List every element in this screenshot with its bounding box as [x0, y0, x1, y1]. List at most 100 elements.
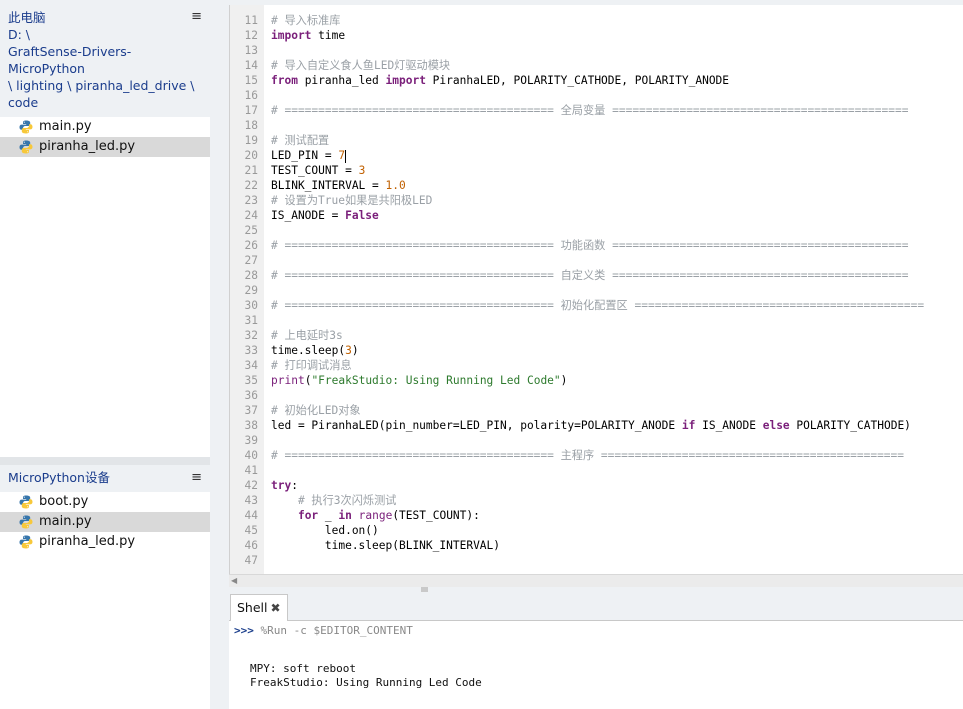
code-line[interactable]: 22 BLINK_INTERVAL = 1.0 — [230, 178, 963, 193]
code-line[interactable]: 25 — [230, 223, 963, 238]
panel-heading: MicroPython设备 — [8, 470, 110, 485]
hamburger-icon[interactable]: ≡ — [191, 8, 202, 25]
code-text: # 初始化LED对象 — [271, 404, 361, 417]
line-number: 47 — [244, 554, 258, 567]
python-file-icon — [19, 535, 33, 549]
shell-tabbar: Shell ✖ — [229, 592, 963, 621]
shell-console[interactable]: >>> %Run -c $EDITOR_CONTENT MPY: soft re… — [229, 621, 963, 709]
code-line[interactable]: 41 — [230, 463, 963, 478]
code-text: # 设置为True如果是共阳极LED — [271, 194, 433, 207]
line-number: 38 — [244, 419, 258, 432]
code-text: # ======================================… — [271, 269, 909, 282]
line-number: 22 — [244, 179, 258, 192]
code-text: led = PiranhaLED(pin_number=LED_PIN, pol… — [271, 419, 911, 432]
code-line[interactable]: 40 # ====================================… — [230, 448, 963, 463]
scroll-left-icon[interactable]: ◀ — [231, 575, 237, 587]
path-segment[interactable]: D: \ — [8, 26, 202, 43]
path-segment[interactable]: code — [8, 94, 202, 111]
local-files-panel: 此电脑 D: \ GraftSense-Drivers-MicroPython … — [0, 0, 210, 157]
code-line[interactable]: 42 try: — [230, 478, 963, 493]
pane-splitter[interactable] — [210, 0, 428, 709]
code-text: led.on() — [271, 524, 379, 537]
line-number: 35 — [244, 374, 258, 387]
code-line[interactable]: 15 from piranha_led import PiranhaLED, PO… — [230, 73, 963, 88]
code-line[interactable]: 33 time.sleep(3) — [230, 343, 963, 358]
code-text: # ======================================… — [271, 449, 905, 462]
file-item[interactable]: main.py — [0, 512, 210, 532]
code-line[interactable]: 36 — [230, 388, 963, 403]
file-item[interactable]: piranha_led.py — [0, 137, 210, 157]
path-segment[interactable]: \ lighting \ piranha_led_drive \ — [8, 77, 202, 94]
code-line[interactable]: 29 — [230, 283, 963, 298]
code-line[interactable]: 32 # 上电延时3s — [230, 328, 963, 343]
line-number: 13 — [244, 44, 258, 57]
python-file-icon — [19, 515, 33, 529]
horizontal-scrollbar[interactable]: ◀ — [229, 574, 963, 587]
code-text: from piranha_led import PiranhaLED, POLA… — [271, 74, 730, 87]
code-line[interactable]: 31 — [230, 313, 963, 328]
line-number: 42 — [244, 479, 258, 492]
code-line[interactable]: 47 — [230, 553, 963, 568]
line-number: 27 — [244, 254, 258, 267]
hamburger-icon[interactable]: ≡ — [191, 469, 202, 486]
device-file-list: boot.py main.py piranha_led.py — [0, 492, 210, 552]
code-line[interactable]: 16 — [230, 88, 963, 103]
code-line[interactable]: 43 # 执行3次闪烁测试 — [230, 493, 963, 508]
code-line[interactable]: 23 # 设置为True如果是共阳极LED — [230, 193, 963, 208]
code-line[interactable]: 44 for _ in range(TEST_COUNT): — [230, 508, 963, 523]
close-icon[interactable]: ✖ — [271, 601, 281, 615]
code-line[interactable]: 20 LED_PIN = 7 — [230, 148, 963, 163]
code-text: import time — [271, 29, 346, 42]
tab-label: Shell — [237, 600, 268, 615]
code-line[interactable]: 28 # ====================================… — [230, 268, 963, 283]
code-text: BLINK_INTERVAL = 1.0 — [271, 179, 406, 192]
code-line[interactable]: 18 — [230, 118, 963, 133]
code-line[interactable]: 17 # ====================================… — [230, 103, 963, 118]
code-line[interactable]: 19 # 测试配置 — [230, 133, 963, 148]
line-number: 41 — [244, 464, 258, 477]
line-number: 37 — [244, 404, 258, 417]
code-line[interactable]: 13 — [230, 43, 963, 58]
code-text: try: — [271, 479, 298, 492]
code-line[interactable]: 35 print("FreakStudio: Using Running Led … — [230, 373, 963, 388]
code-line[interactable]: 30 # ====================================… — [230, 298, 963, 313]
code-text: TEST_COUNT = 3 — [271, 164, 366, 177]
line-number: 30 — [244, 299, 258, 312]
code-line[interactable]: 26 # ====================================… — [230, 238, 963, 253]
code-line[interactable]: 12 import time — [230, 28, 963, 43]
python-file-icon — [19, 120, 33, 134]
tab-shell[interactable]: Shell ✖ — [230, 594, 288, 621]
code-line[interactable]: 27 — [230, 253, 963, 268]
line-number: 32 — [244, 329, 258, 342]
code-line[interactable]: 34 # 打印调试消息 — [230, 358, 963, 373]
line-number: 11 — [244, 14, 258, 27]
code-line[interactable]: 21 TEST_COUNT = 3 — [230, 163, 963, 178]
file-item[interactable]: piranha_led.py — [0, 532, 210, 552]
code-text: # 测试配置 — [271, 134, 330, 147]
code-editor[interactable]: 11 # 导入标准库 12 import time 13 14 # 导入自定义食人鱼LED灯… — [229, 5, 963, 574]
prompt-symbol: >>> — [234, 624, 254, 637]
code-line[interactable]: 39 — [230, 433, 963, 448]
code-text: print("FreakStudio: Using Running Led Co… — [271, 374, 568, 387]
file-item[interactable]: boot.py — [0, 492, 210, 512]
shell-command: %Run -c $EDITOR_CONTENT — [260, 624, 413, 637]
path-segment[interactable]: GraftSense-Drivers-MicroPython — [8, 43, 202, 77]
code-line[interactable]: 14 # 导入自定义食人鱼LED灯驱动模块 — [230, 58, 963, 73]
code-line[interactable]: 24 IS_ANODE = False — [230, 208, 963, 223]
panel-divider[interactable] — [0, 457, 210, 465]
line-number: 31 — [244, 314, 258, 327]
code-line[interactable]: 46 time.sleep(BLINK_INTERVAL) — [230, 538, 963, 553]
code-line[interactable]: 38 led = PiranhaLED(pin_number=LED_PIN, p… — [230, 418, 963, 433]
code-text: # 打印调试消息 — [271, 359, 352, 372]
file-item[interactable]: main.py — [0, 117, 210, 137]
line-number: 33 — [244, 344, 258, 357]
code-line[interactable]: 45 led.on() — [230, 523, 963, 538]
code-line[interactable]: 11 # 导入标准库 — [230, 13, 963, 28]
line-number: 24 — [244, 209, 258, 222]
code-line[interactable]: 37 # 初始化LED对象 — [230, 403, 963, 418]
code-text: LED_PIN = 7 — [271, 149, 347, 163]
line-number: 12 — [244, 29, 258, 42]
code-text: time.sleep(BLINK_INTERVAL) — [271, 539, 501, 552]
code-text: # 上电延时3s — [271, 329, 343, 342]
python-file-icon — [19, 140, 33, 154]
